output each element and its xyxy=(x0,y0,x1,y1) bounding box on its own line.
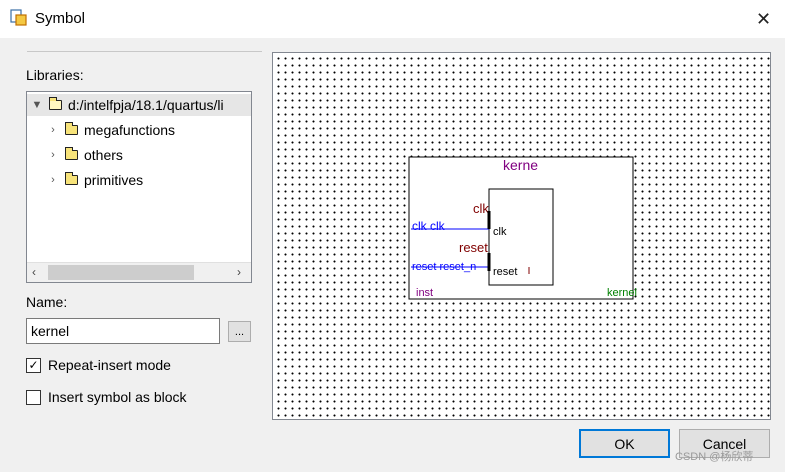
symbol-preview: kerne clk reset clk clk reset reset_n cl… xyxy=(272,52,771,420)
tree-root-item[interactable]: ▼ d:/intelfpja/18.1/quartus/li xyxy=(27,94,251,116)
outer-symbol-title: kerne xyxy=(503,157,538,173)
tree-item-others[interactable]: › others xyxy=(47,144,123,166)
symbol-diagram: kerne clk reset clk clk reset reset_n cl… xyxy=(408,156,637,300)
inst-label: inst xyxy=(416,287,433,299)
divider xyxy=(27,51,262,52)
inner-clk-label: clk xyxy=(473,201,489,216)
repeat-insert-label: Repeat-insert mode xyxy=(48,357,171,373)
close-button[interactable]: ✕ xyxy=(742,0,785,38)
port-reset-label: reset xyxy=(493,266,517,278)
scroll-right-icon[interactable]: › xyxy=(237,265,241,279)
window-title: Symbol xyxy=(35,10,86,27)
port-clk-label: clk xyxy=(493,226,507,238)
checkbox-unchecked-icon[interactable] xyxy=(26,389,41,405)
scrollbar-thumb[interactable] xyxy=(48,265,194,280)
checkbox-checked-icon[interactable]: ✓ xyxy=(26,357,41,373)
folder-icon xyxy=(65,122,78,135)
close-icon: ✕ xyxy=(755,8,772,29)
kernel-label: kernel xyxy=(607,287,637,299)
browse-button[interactable]: ... xyxy=(228,321,251,342)
tree-item-label: megafunctions xyxy=(84,122,176,138)
libraries-label: Libraries: xyxy=(26,67,84,83)
repeat-insert-checkbox[interactable]: ✓ Repeat-insert mode xyxy=(26,357,171,373)
chevron-right-icon[interactable]: › xyxy=(47,149,59,161)
folder-icon xyxy=(65,172,78,185)
inner-reset-label: reset xyxy=(459,240,488,255)
tree-item-label: others xyxy=(84,147,123,163)
ok-button[interactable]: OK xyxy=(579,429,670,458)
libraries-tree[interactable]: ▼ d:/intelfpja/18.1/quartus/li › megafun… xyxy=(26,91,252,283)
chevron-right-icon[interactable]: › xyxy=(47,174,59,186)
chevron-right-icon[interactable]: › xyxy=(47,124,59,136)
symbol-app-icon xyxy=(10,9,27,26)
folder-icon xyxy=(65,147,78,160)
scroll-left-icon[interactable]: ‹ xyxy=(32,265,36,279)
folder-open-icon xyxy=(49,97,62,110)
clk-wire-label: clk clk xyxy=(412,219,446,233)
tree-item-primitives[interactable]: › primitives xyxy=(47,169,143,191)
tree-item-label: primitives xyxy=(84,172,144,188)
insert-block-checkbox[interactable]: Insert symbol as block xyxy=(26,389,187,405)
horizontal-scrollbar[interactable]: ‹ › xyxy=(27,262,251,282)
tree-item-megafunctions[interactable]: › megafunctions xyxy=(47,119,175,141)
title-bar: Symbol ✕ xyxy=(0,0,785,38)
chevron-down-icon[interactable]: ▼ xyxy=(31,99,43,111)
reset-wire-label: reset reset_n xyxy=(412,261,476,273)
name-input[interactable] xyxy=(26,318,220,344)
insert-block-label: Insert symbol as block xyxy=(48,389,187,405)
tree-root-label: d:/intelfpja/18.1/quartus/li xyxy=(68,97,224,113)
watermark: CSDN @杨欣蒂 xyxy=(675,451,754,463)
name-label: Name: xyxy=(26,294,68,310)
